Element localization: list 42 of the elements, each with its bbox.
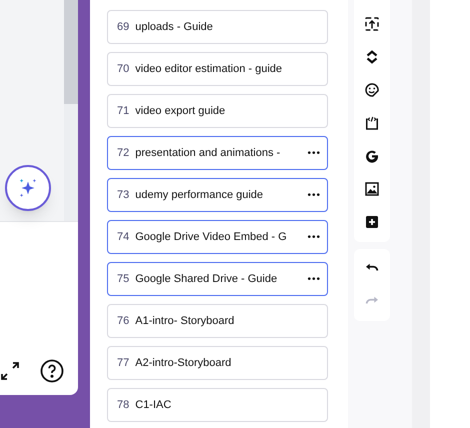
page-number: 71 — [117, 104, 130, 119]
page-number: 69 — [117, 20, 130, 35]
magic-button[interactable] — [5, 165, 51, 211]
page-item[interactable]: 74 Google Drive Video Embed - G ••• — [107, 220, 328, 254]
page-title: video export guide — [135, 104, 226, 119]
page-title: presentation and animations - — [135, 146, 282, 161]
help-icon[interactable] — [40, 359, 64, 383]
page-title: video editor estimation - guide — [135, 62, 283, 77]
page-item[interactable]: 76 A1-intro- Storyboard — [107, 304, 328, 338]
page-number: 76 — [117, 314, 130, 329]
page-item[interactable]: 73 udemy performance guide ••• — [107, 178, 328, 212]
page-title: Google Drive Video Embed - G — [135, 230, 288, 245]
more-button[interactable]: ••• — [307, 272, 321, 286]
page-title: C1-IAC — [135, 398, 172, 413]
page-number: 74 — [117, 230, 130, 245]
more-button[interactable]: ••• — [307, 146, 321, 160]
more-button[interactable]: ••• — [307, 188, 321, 202]
page-item[interactable]: 70 video editor estimation - guide — [107, 52, 328, 86]
sparkle-icon — [17, 177, 39, 199]
page-number: 78 — [117, 398, 130, 413]
page-number: 77 — [117, 356, 130, 371]
upload-icon[interactable] — [363, 14, 381, 32]
page-item[interactable]: 69 uploads - Guide — [107, 10, 328, 44]
page-number: 73 — [117, 188, 130, 203]
page-item[interactable]: 72 presentation and animations - ••• — [107, 136, 328, 170]
expand-icon[interactable] — [0, 361, 20, 381]
page-number: 70 — [117, 62, 130, 77]
page-title: A2-intro-Storyboard — [135, 356, 232, 371]
page-item[interactable]: 71 video export guide — [107, 94, 328, 128]
image-icon[interactable] — [363, 180, 381, 198]
page-title: Google Shared Drive - Guide — [135, 272, 278, 287]
page-number: 72 — [117, 146, 130, 161]
page-number: 75 — [117, 272, 130, 287]
page-item[interactable]: 77 A2-intro-Storyboard — [107, 346, 328, 380]
page-title: uploads - Guide — [135, 20, 214, 35]
page-item[interactable]: 75 Google Shared Drive - Guide ••• — [107, 262, 328, 296]
scrollbar-thumb[interactable] — [64, 0, 78, 104]
sticker-icon[interactable] — [363, 80, 381, 98]
page-item[interactable]: 78 C1-IAC — [107, 388, 328, 422]
more-button[interactable]: ••• — [307, 230, 321, 244]
page-title: A1-intro- Storyboard — [135, 314, 236, 329]
page-title: udemy performance guide — [135, 188, 264, 203]
